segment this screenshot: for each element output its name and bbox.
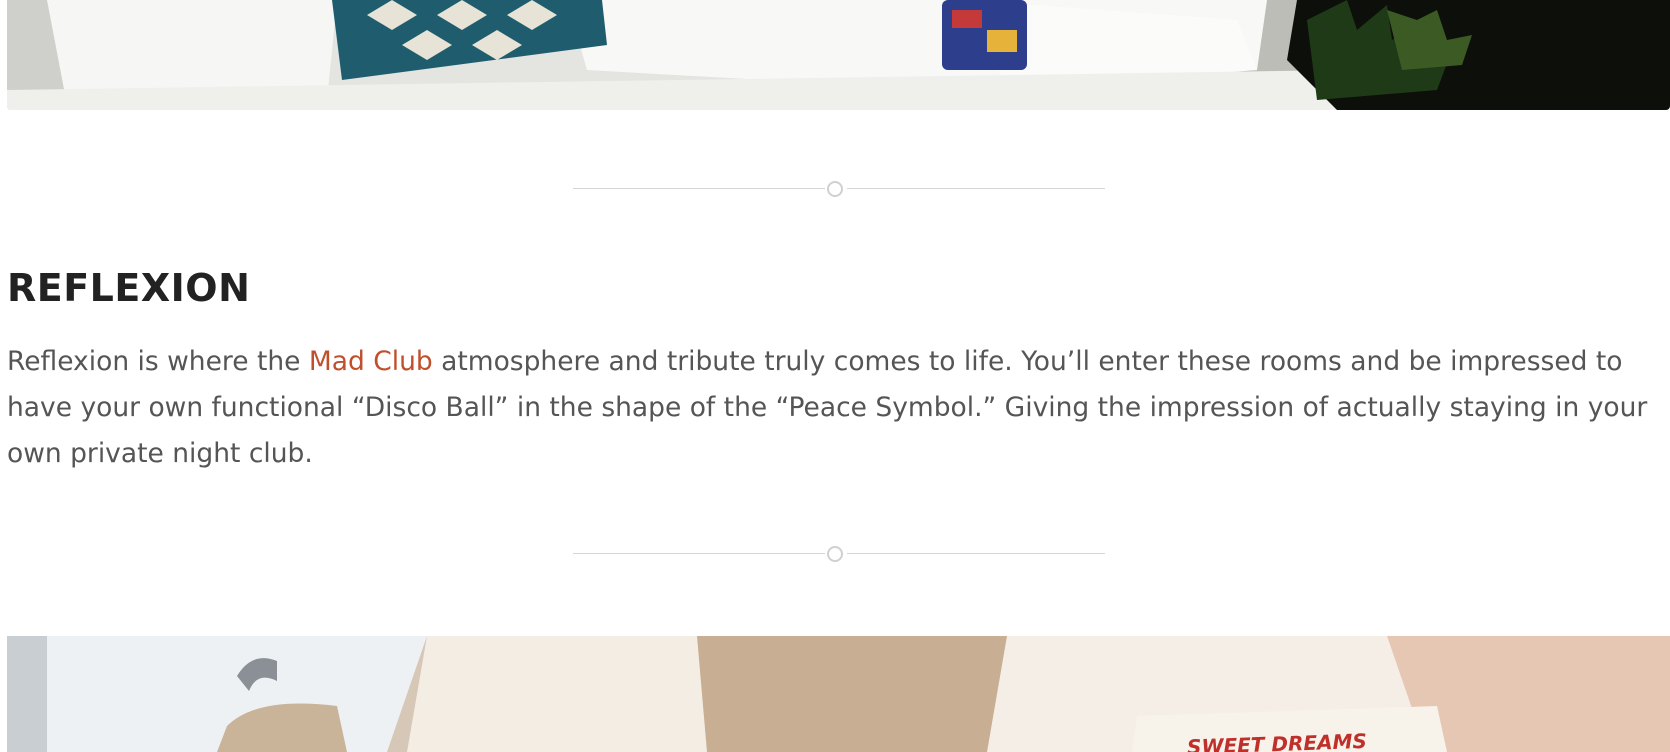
bed-photo (7, 636, 1670, 752)
section-divider (573, 180, 1105, 198)
divider-line (573, 553, 825, 554)
room-photo-bottom: SWEET DREAMS (7, 636, 1670, 752)
divider-line (847, 188, 1105, 189)
divider-line (847, 553, 1105, 554)
divider-circle-icon (827, 546, 843, 562)
room-description: Reflexion is where the Mad Club atmosphe… (7, 339, 1667, 477)
bedroom-photo (7, 0, 1670, 110)
mad-club-link[interactable]: Mad Club (309, 346, 433, 377)
room-title: REFLEXION (7, 266, 251, 310)
divider-circle-icon (827, 181, 843, 197)
room-photo-top (7, 0, 1670, 110)
section-divider (573, 545, 1105, 563)
divider-line (573, 188, 825, 189)
description-text: Reflexion is where the (7, 346, 309, 377)
